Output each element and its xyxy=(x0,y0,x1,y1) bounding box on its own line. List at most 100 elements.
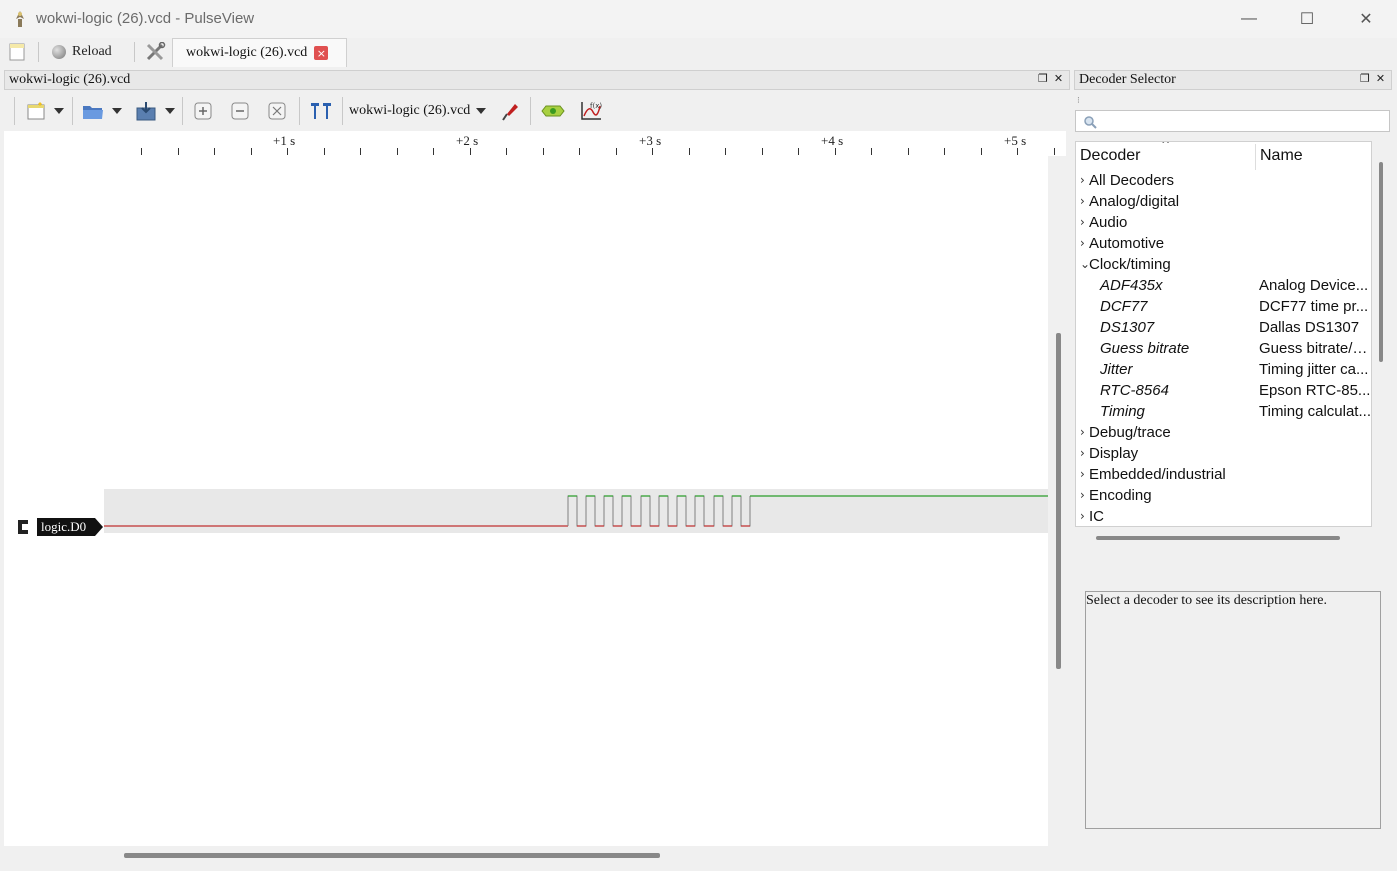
tree-category-clock-timing[interactable]: ⌄ Clock/timing xyxy=(1076,254,1371,275)
add-math-signal-button[interactable]: f(x) xyxy=(578,98,604,124)
tree-decoder-item[interactable]: DCF77 DCF77 time pr... xyxy=(1076,296,1371,317)
ruler-tick xyxy=(944,148,945,155)
tree-decoder-item[interactable]: Timing Timing calculat... xyxy=(1076,401,1371,422)
column-header-name[interactable]: Name xyxy=(1260,142,1303,172)
ruler-tick xyxy=(324,148,325,155)
expand-icon[interactable]: › xyxy=(1080,443,1085,464)
tree-vertical-scrollbar[interactable] xyxy=(1379,162,1383,362)
settings-tools-icon[interactable] xyxy=(145,42,167,62)
tree-decoder-item[interactable]: ADF435x Analog Device... xyxy=(1076,275,1371,296)
signal-waveform[interactable] xyxy=(104,489,1048,533)
expand-icon[interactable]: › xyxy=(1080,170,1085,191)
tree-decoder-item[interactable]: RTC-8564 Epson RTC-85... xyxy=(1076,380,1371,401)
tree-category-debug-trace[interactable]: › Debug/trace xyxy=(1076,422,1371,443)
tree-category-ic[interactable]: › IC xyxy=(1076,506,1371,526)
expand-icon[interactable]: › xyxy=(1080,506,1085,526)
zoom-out-button[interactable] xyxy=(229,98,251,124)
ruler-label: +1 s xyxy=(273,133,296,148)
ruler-tick xyxy=(470,148,471,155)
open-folder-icon xyxy=(83,106,103,119)
expand-icon[interactable]: › xyxy=(1080,191,1085,212)
add-decoder-button[interactable] xyxy=(540,98,566,124)
close-dock-icon[interactable]: ✕ xyxy=(1054,72,1063,85)
decoder-id: Timing xyxy=(1100,403,1145,420)
probe-icon xyxy=(502,104,518,121)
close-dock-icon[interactable]: ✕ xyxy=(1376,72,1385,85)
ruler-tick xyxy=(141,148,142,155)
new-session-icon[interactable] xyxy=(9,43,25,61)
view-vertical-scrollbar[interactable] xyxy=(1056,333,1061,669)
new-device-button[interactable] xyxy=(22,98,68,124)
decoder-dock-buttons: ❐ ✕ xyxy=(1360,72,1385,85)
view-horizontal-scrollbar[interactable] xyxy=(124,853,660,858)
sort-ascending-icon: ^ xyxy=(1161,141,1171,151)
device-selector[interactable]: wokwi-logic (26).vcd xyxy=(349,98,491,124)
tree-category-display[interactable]: › Display xyxy=(1076,443,1371,464)
expand-icon[interactable]: › xyxy=(1080,422,1085,443)
decoder-description: Select a decoder to see its description … xyxy=(1086,593,1328,608)
decoder-id: DCF77 xyxy=(1100,298,1148,315)
decoder-tree[interactable]: Decoder ^ Name › All Decoders › Analog/d… xyxy=(1075,141,1372,527)
tree-category-all-decoders[interactable]: › All Decoders xyxy=(1076,170,1371,191)
ruler-tick xyxy=(871,148,872,155)
zoom-fit-button[interactable] xyxy=(266,98,288,124)
ruler-tick xyxy=(397,148,398,155)
close-window-button[interactable]: ✕ xyxy=(1337,0,1395,38)
window-title: wokwi-logic (26).vcd - PulseView xyxy=(36,10,255,27)
reload-button[interactable]: Reload xyxy=(52,42,112,62)
ruler-ticks xyxy=(104,131,1066,156)
maximize-button[interactable]: ☐ xyxy=(1278,0,1336,38)
new-view-icon xyxy=(27,102,45,120)
ruler-tick xyxy=(1017,148,1018,155)
expand-icon[interactable]: › xyxy=(1080,464,1085,485)
category-label: All Decoders xyxy=(1089,172,1175,189)
zoom-in-icon xyxy=(194,102,212,120)
expand-icon[interactable]: › xyxy=(1080,233,1085,254)
decoder-name: Timing jitter ca... xyxy=(1259,361,1369,378)
configure-device-button[interactable] xyxy=(498,98,522,124)
tree-category-analog-digital[interactable]: › Analog/digital xyxy=(1076,191,1371,212)
column-header-decoder[interactable]: Decoder xyxy=(1080,142,1140,172)
time-ruler[interactable]: +1 s +2 s +3 s +4 s +5 s xyxy=(104,131,1066,156)
signal-label[interactable]: logic.D0 xyxy=(37,518,103,536)
ruler-tick xyxy=(178,148,179,155)
signal-drag-handle-icon[interactable] xyxy=(16,518,30,536)
save-file-button[interactable] xyxy=(132,98,178,124)
chevron-down-icon xyxy=(476,108,487,114)
minimize-button[interactable]: — xyxy=(1220,0,1278,38)
expand-icon[interactable]: › xyxy=(1080,212,1085,233)
tree-decoder-item[interactable]: DS1307 Dallas DS1307 xyxy=(1076,317,1371,338)
tree-category-embedded-industrial[interactable]: › Embedded/industrial xyxy=(1076,464,1371,485)
ruler-tick xyxy=(908,148,909,155)
category-label: Analog/digital xyxy=(1089,193,1180,210)
decoder-name: DCF77 time pr... xyxy=(1259,298,1369,315)
float-dock-icon[interactable]: ❐ xyxy=(1360,72,1370,85)
decoder-search-input[interactable] xyxy=(1075,110,1390,132)
tree-category-encoding[interactable]: › Encoding xyxy=(1076,485,1371,506)
toolbar-separator xyxy=(530,97,531,125)
ruler-tick xyxy=(543,148,544,155)
close-tab-icon[interactable]: × xyxy=(314,46,329,60)
tree-decoder-item[interactable]: Guess bitrate Guess bitrate/b... xyxy=(1076,338,1372,359)
tree-category-audio[interactable]: › Audio xyxy=(1076,212,1371,233)
decoder-name: Epson RTC-85... xyxy=(1259,382,1371,399)
search-icon xyxy=(1084,116,1097,129)
float-dock-icon[interactable]: ❐ xyxy=(1038,72,1048,85)
tree-horizontal-scrollbar[interactable] xyxy=(1096,536,1340,540)
category-label: Automotive xyxy=(1089,235,1165,252)
ruler-tick xyxy=(835,148,836,155)
decoder-name: Guess bitrate/b... xyxy=(1259,340,1372,357)
ruler-label: +4 s xyxy=(821,133,844,148)
expand-icon[interactable]: › xyxy=(1080,485,1085,506)
ruler-tick xyxy=(433,148,434,155)
session-tab[interactable]: wokwi-logic (26).vcd × xyxy=(172,38,347,67)
toolbar-grip xyxy=(14,97,15,125)
view-dock-buttons: ❐ ✕ xyxy=(1038,72,1063,85)
zoom-in-button[interactable] xyxy=(192,98,214,124)
show-cursors-button[interactable] xyxy=(308,98,334,124)
open-file-button[interactable] xyxy=(80,98,124,124)
ruler-tick xyxy=(981,148,982,155)
tree-category-automotive[interactable]: › Automotive xyxy=(1076,233,1371,254)
ruler-tick xyxy=(287,148,288,155)
tree-decoder-item[interactable]: Jitter Timing jitter ca... xyxy=(1076,359,1371,380)
